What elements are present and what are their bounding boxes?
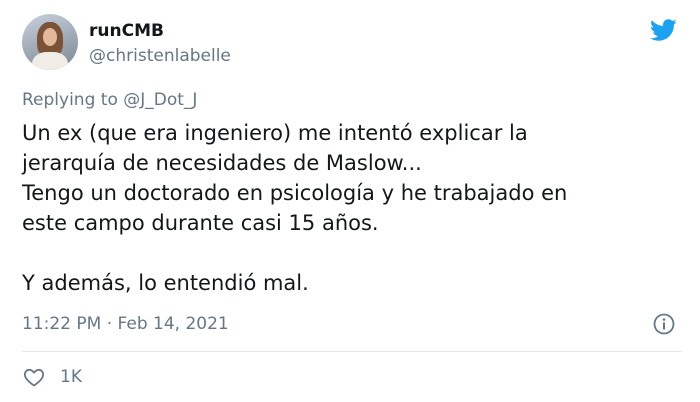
avatar[interactable] (22, 14, 78, 70)
info-icon[interactable] (652, 312, 676, 336)
tweet-timestamp[interactable]: 11:22 PM · Feb 14, 2021 (22, 313, 229, 335)
author-display-name[interactable]: runCMB (89, 20, 164, 42)
author-handle[interactable]: @christenlabelle (89, 45, 231, 67)
tweet-line: Tengo un doctorado en psicología y he tr… (22, 181, 568, 205)
tweet-closing-line: Y además, lo entendió mal. (22, 271, 309, 295)
tweet-line: este campo durante casi 15 años. (22, 211, 379, 235)
like-button[interactable]: 1K (22, 364, 82, 390)
like-count: 1K (60, 367, 82, 387)
replying-to-label: Replying to (22, 90, 124, 110)
divider (22, 351, 682, 352)
heart-icon (23, 368, 45, 387)
tweet-text: Un ex (que era ingeniero) me intentó exp… (22, 118, 682, 298)
twitter-bird-icon[interactable] (647, 16, 679, 44)
reply-mention-link[interactable]: @J_Dot_J (123, 90, 197, 110)
tweet-line: jerarquía de necesidades de Maslow... (22, 151, 422, 175)
replying-to: Replying to @J_Dot_J (22, 89, 197, 111)
tweet-card: runCMB @christenlabelle Replying to @J_D… (0, 0, 700, 402)
tweet-line: Un ex (que era ingeniero) me intentó exp… (22, 121, 528, 145)
